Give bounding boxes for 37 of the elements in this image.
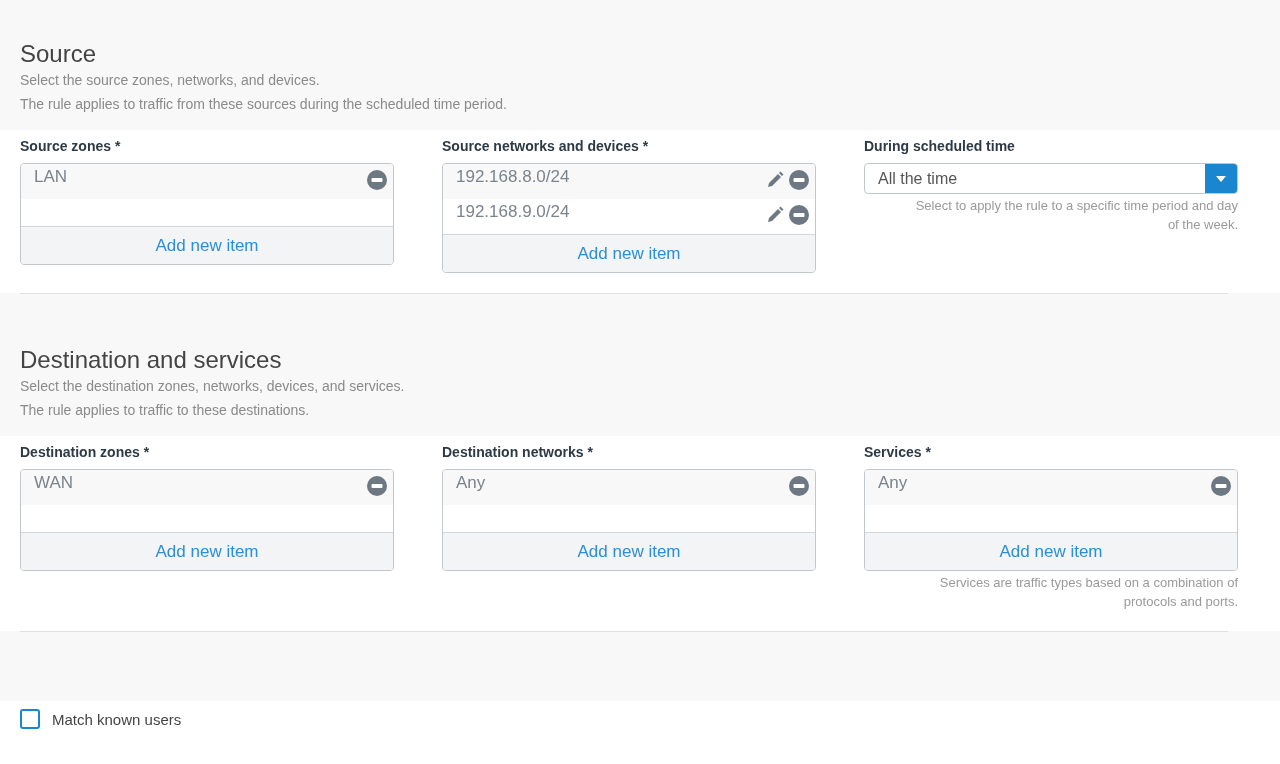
section-title: Source	[20, 40, 98, 68]
remove-icon[interactable]	[367, 170, 387, 190]
list-item-text: Any	[878, 472, 908, 493]
list-item-text: 192.168.9.0/24	[456, 201, 570, 222]
add-new-item-button[interactable]: Add new item	[865, 532, 1237, 570]
field-label: Destination networks *	[442, 444, 594, 460]
add-new-item-button[interactable]: Add new item	[21, 532, 393, 570]
add-new-item-button[interactable]: Add new item	[443, 234, 815, 272]
caret-icon	[1215, 174, 1227, 183]
schedule-dropdown[interactable]: All the time	[864, 163, 1238, 194]
section-description: The rule applies to traffic to these destinations.	[20, 401, 311, 420]
list-item-text: 192.168.8.0/24	[456, 166, 570, 187]
field-label: During scheduled time	[864, 138, 1016, 154]
remove-icon[interactable]	[789, 476, 809, 496]
section-title: Destination and services	[20, 346, 283, 374]
remove-icon[interactable]	[367, 476, 387, 496]
remove-icon[interactable]	[789, 170, 809, 190]
checkbox-label[interactable]: Match known users	[52, 710, 182, 728]
checkbox[interactable]	[20, 709, 40, 729]
field-label: Source networks and devices *	[442, 138, 650, 154]
field-label: Destination zones *	[20, 444, 151, 460]
help-text: Services are traffic types based on a combination of protocols and ports.	[938, 574, 1238, 611]
section-description: Select the destination zones, networks, devices, and services.	[20, 377, 406, 396]
remove-icon[interactable]	[1211, 476, 1231, 496]
add-new-item-button[interactable]: Add new item	[21, 226, 393, 264]
remove-icon[interactable]	[789, 205, 809, 225]
pencil-icon[interactable]	[765, 170, 785, 190]
section-description: Select the source zones, networks, and devices.	[20, 71, 321, 90]
list-item-text: LAN	[34, 166, 68, 187]
help-text: Select to apply the rule to a specific time period and day of the week.	[914, 197, 1238, 234]
add-new-item-button[interactable]: Add new item	[443, 532, 815, 570]
list-item-text: WAN	[34, 472, 74, 493]
field-label: Services *	[864, 444, 932, 460]
section-description: The rule applies to traffic from these sources during the scheduled time period.	[20, 95, 508, 114]
list-item-text: Any	[456, 472, 486, 493]
field-label: Source zones *	[20, 138, 122, 154]
pencil-icon[interactable]	[765, 205, 785, 225]
